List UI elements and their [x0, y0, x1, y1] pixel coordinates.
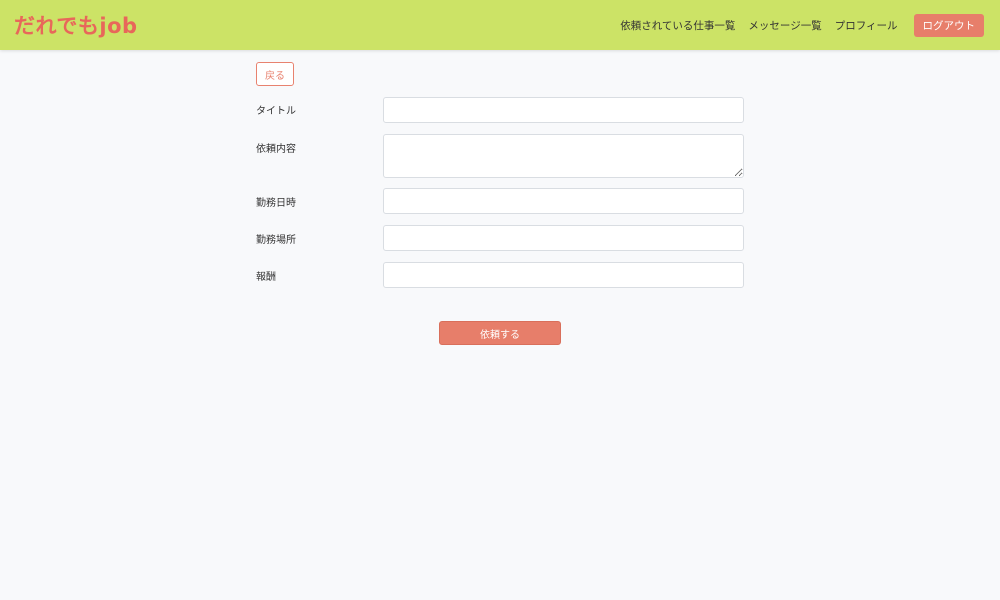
- logout-button[interactable]: ログアウト: [913, 13, 984, 37]
- content-textarea[interactable]: [383, 134, 744, 178]
- title-label: タイトル: [256, 106, 296, 117]
- location-input[interactable]: [383, 225, 744, 251]
- reward-input[interactable]: [383, 262, 744, 288]
- location-label: 勤務場所: [256, 235, 296, 246]
- title-input[interactable]: [383, 97, 744, 123]
- datetime-input[interactable]: [383, 188, 744, 214]
- nav-link-profile[interactable]: プロフィール: [835, 18, 898, 33]
- submit-request-button[interactable]: 依頼する: [439, 321, 561, 345]
- nav-links: 依頼されている仕事一覧 メッセージ一覧 プロフィール ログアウト: [607, 13, 984, 37]
- reward-label: 報酬: [256, 272, 276, 283]
- brand-logo[interactable]: だれでもjob: [14, 10, 138, 40]
- content-label: 依頼内容: [256, 144, 296, 155]
- back-button[interactable]: 戻る: [256, 62, 294, 86]
- nav-link-requested-jobs[interactable]: 依頼されている仕事一覧: [620, 18, 735, 33]
- nav-link-messages[interactable]: メッセージ一覧: [748, 18, 821, 33]
- datetime-label: 勤務日時: [256, 198, 296, 209]
- top-navbar: だれでもjob 依頼されている仕事一覧 メッセージ一覧 プロフィール ログアウト: [0, 0, 1000, 50]
